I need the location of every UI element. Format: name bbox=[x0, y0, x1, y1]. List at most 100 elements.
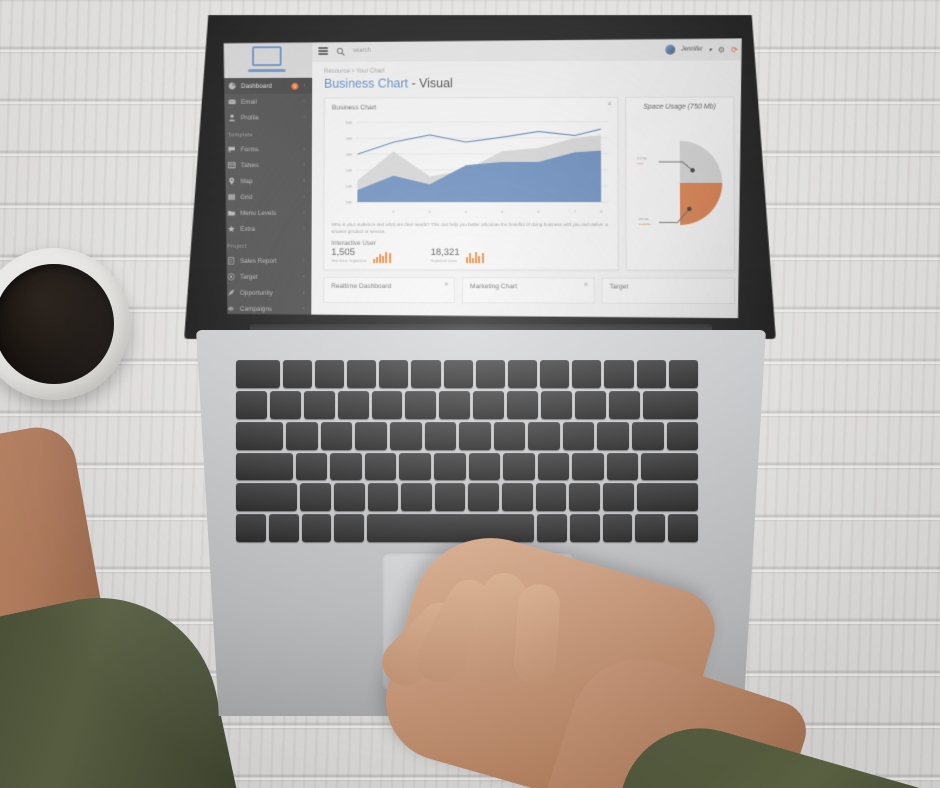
refresh-icon[interactable]: ⟳ bbox=[731, 45, 738, 54]
star-icon bbox=[227, 225, 235, 233]
user-icon bbox=[228, 114, 236, 122]
svg-text:8: 8 bbox=[600, 210, 602, 214]
y-axis-ticks: 5m6 4m6 3m6 2m6 1m6 0m6 bbox=[345, 121, 352, 205]
x-axis-ticks: 2 3 4 5 6 7 8 bbox=[392, 210, 602, 214]
chevron-left-icon: ‹ bbox=[303, 306, 305, 312]
page-title-secondary: - Visual bbox=[412, 76, 453, 90]
forms-icon bbox=[228, 145, 236, 153]
sidebar-item-label: Target bbox=[240, 273, 298, 280]
keyboard-row-numbers bbox=[236, 391, 698, 419]
topbar: search Jennifer ▾ ⚙ ⟳ bbox=[312, 38, 744, 62]
close-icon[interactable]: ✕ bbox=[444, 282, 449, 288]
sidebar-section-template: Template bbox=[221, 125, 312, 141]
coffee-liquid bbox=[0, 264, 114, 384]
interactive-user-label: Interactive User bbox=[331, 240, 610, 247]
hamburger-menu-icon[interactable] bbox=[318, 47, 328, 55]
target-card[interactable]: Target bbox=[602, 277, 736, 304]
sidebar-item-profile[interactable]: Profile ‹ bbox=[221, 110, 312, 126]
sidebar-item-label: Grid bbox=[240, 194, 298, 201]
sidebar-item-dashboard[interactable]: Dashboard 0 ‹ bbox=[221, 78, 312, 94]
business-chart-plot: 5m6 4m6 3m6 2m6 1m6 0m6 2 3 4 5 6 7 8 bbox=[331, 114, 610, 218]
marketing-chart-card[interactable]: ✕ Marketing Chart bbox=[462, 277, 595, 303]
svg-text:7: 7 bbox=[574, 210, 576, 214]
sidebar-item-email[interactable]: Email ‹ bbox=[221, 94, 312, 110]
stats-row: 1,505 New Users Registration 18,321 Regi… bbox=[331, 248, 610, 263]
page-title: Business Chart - Visual bbox=[324, 75, 734, 90]
sidebar-item-opportunity[interactable]: Opportunity ‹ bbox=[220, 285, 311, 301]
main-content: search Jennifer ▾ ⚙ ⟳ Resource > Your Ch… bbox=[311, 38, 745, 318]
chevron-left-icon: ‹ bbox=[303, 226, 305, 232]
grid-icon bbox=[228, 193, 236, 201]
sidebar-item-sales-report[interactable]: Sales Report ‹ bbox=[220, 253, 311, 269]
sidebar-item-menu-levels[interactable]: Menu Levels ‹ bbox=[221, 205, 312, 221]
space-usage-pie-svg: 375 Mb used 250 Mb available bbox=[633, 114, 727, 253]
envelope-icon bbox=[228, 98, 236, 106]
avatar[interactable] bbox=[665, 45, 675, 55]
svg-text:3m6: 3m6 bbox=[346, 153, 353, 157]
svg-text:2m6: 2m6 bbox=[346, 169, 353, 173]
svg-text:1m6: 1m6 bbox=[345, 185, 352, 189]
svg-text:4: 4 bbox=[465, 210, 468, 214]
left-sleeve bbox=[0, 576, 243, 788]
svg-text:375 Mb: 375 Mb bbox=[637, 156, 647, 160]
sidebar-logo[interactable] bbox=[221, 40, 312, 78]
svg-text:3: 3 bbox=[429, 210, 431, 214]
svg-text:5m6: 5m6 bbox=[346, 121, 353, 125]
chevron-left-icon: ‹ bbox=[303, 146, 305, 152]
sidebar-item-label: Extra bbox=[240, 225, 298, 232]
folder-icon bbox=[228, 209, 236, 217]
sidebar-item-label: Profile bbox=[241, 114, 299, 121]
user-menu-label[interactable]: Jennifer bbox=[681, 47, 703, 53]
svg-text:4m6: 4m6 bbox=[346, 137, 353, 141]
keyboard-row-space bbox=[236, 514, 698, 542]
keyboard-row-shift bbox=[236, 483, 698, 511]
sidebar-item-label: Forms bbox=[241, 146, 299, 153]
svg-text:used: used bbox=[637, 161, 644, 165]
card-title: Target bbox=[610, 283, 727, 290]
bottom-cards-row: ✕ Realtime Dashboard ✕ Marketing Chart T… bbox=[323, 277, 735, 304]
sidebar-item-label: Sales Report bbox=[240, 257, 298, 264]
chevron-left-icon: ‹ bbox=[303, 99, 305, 105]
sidebar-nav: Dashboard 0 ‹ Email ‹ Profile ‹ Template… bbox=[220, 78, 312, 317]
keyboard[interactable] bbox=[236, 360, 698, 542]
sidebar-section-project: Project bbox=[220, 237, 311, 253]
space-usage-card: Space Usage (750 Mb) 375 Mb used 250 Mb … bbox=[625, 96, 735, 270]
sidebar-item-grid[interactable]: Grid ‹ bbox=[221, 189, 312, 205]
desk-scene: Dashboard 0 ‹ Email ‹ Profile ‹ Template… bbox=[0, 0, 940, 788]
stat-new-users: 1,505 New Users Registration bbox=[331, 248, 390, 263]
realtime-dashboard-card[interactable]: ✕ Realtime Dashboard bbox=[323, 277, 455, 303]
chevron-left-icon: ‹ bbox=[303, 115, 305, 121]
search-input[interactable]: search bbox=[353, 48, 371, 54]
stat-caption: Registered Users bbox=[431, 259, 460, 263]
card-title: Marketing Chart bbox=[470, 283, 587, 290]
business-chart-description: Who is your audience and what are their … bbox=[331, 222, 610, 236]
laptop-logo-icon bbox=[248, 46, 286, 72]
svg-text:250 Mb: 250 Mb bbox=[639, 217, 649, 221]
chevron-down-icon[interactable]: ▾ bbox=[709, 46, 712, 53]
sidebar-item-map[interactable]: Map ‹ bbox=[221, 173, 312, 189]
chevron-left-icon: ‹ bbox=[303, 162, 305, 168]
pie-slice-available bbox=[680, 183, 723, 225]
sidebar-item-target[interactable]: Target ‹ bbox=[220, 269, 311, 285]
stat-caption: New Users Registration bbox=[331, 259, 366, 263]
sidebar-item-label: Email bbox=[241, 98, 298, 105]
close-icon[interactable]: ✕ bbox=[583, 282, 588, 288]
sidebar-item-label: Menu Levels bbox=[240, 209, 298, 216]
sidebar-item-label: Tables bbox=[241, 162, 299, 169]
sidebar-item-tables[interactable]: Tables ‹ bbox=[221, 157, 312, 173]
svg-text:5: 5 bbox=[501, 210, 503, 214]
map-pin-icon bbox=[228, 177, 236, 185]
stat-value: 18,321 bbox=[431, 248, 460, 258]
keyboard-row-function bbox=[236, 360, 698, 388]
dashboard-badge: 0 bbox=[292, 82, 299, 89]
chevron-left-icon: ‹ bbox=[303, 274, 305, 280]
sidebar-item-forms[interactable]: Forms ‹ bbox=[221, 141, 312, 157]
search-icon[interactable] bbox=[336, 46, 345, 55]
sparkline-new-users bbox=[373, 252, 391, 263]
gear-icon[interactable]: ⚙ bbox=[718, 45, 725, 54]
business-chart-title: Business Chart bbox=[332, 104, 610, 112]
close-icon[interactable]: ✕ bbox=[607, 102, 612, 108]
chevron-left-icon: ‹ bbox=[303, 290, 305, 296]
sidebar-item-extra[interactable]: Extra ‹ bbox=[220, 221, 311, 237]
rocket-icon bbox=[227, 289, 235, 297]
